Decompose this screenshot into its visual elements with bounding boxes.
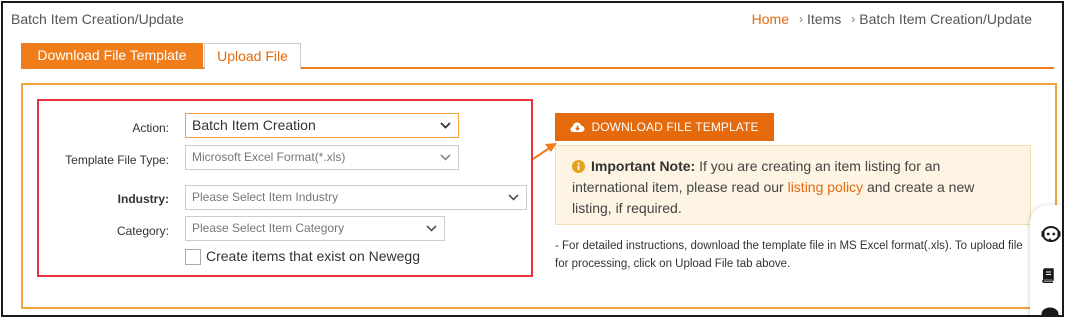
create-existing-items-checkbox[interactable] <box>185 249 201 265</box>
window-frame: Batch Item Creation/Update Home › Items … <box>1 1 1064 317</box>
page-title: Batch Item Creation/Update <box>11 11 184 27</box>
action-select[interactable]: Batch Item Creation <box>185 113 459 138</box>
industry-select-placeholder: Please Select Item Industry <box>192 190 339 204</box>
chevron-down-icon <box>422 225 440 232</box>
action-select-value: Batch Item Creation <box>192 117 316 133</box>
breadcrumb-current: Batch Item Creation/Update <box>859 11 1032 27</box>
breadcrumb-items[interactable]: Items <box>807 11 841 27</box>
tab-download-file-template[interactable]: Download File Template <box>21 43 203 69</box>
template-options-form: Action: Batch Item Creation Template Fil… <box>37 99 533 277</box>
chevron-right-icon: › <box>799 12 803 26</box>
breadcrumb-home-link[interactable]: Home <box>752 11 789 27</box>
chevron-down-icon <box>504 194 522 201</box>
download-button-label: DOWNLOAD FILE TEMPLATE <box>591 120 759 134</box>
category-label: Category: <box>116 224 169 238</box>
info-icon <box>572 160 585 173</box>
tab-upload-file[interactable]: Upload File <box>204 43 301 69</box>
instructions-text: - For detailed instructions, download th… <box>555 240 1023 270</box>
important-note-heading: Important Note: <box>591 158 696 174</box>
template-type-select[interactable]: Microsoft Excel Format(*.xls) <box>185 145 459 170</box>
chat-bubble-icon[interactable] <box>1041 307 1059 317</box>
book-icon[interactable] <box>1041 268 1055 283</box>
chevron-right-icon: › <box>851 12 856 26</box>
download-template-panel: Action: Batch Item Creation Template Fil… <box>21 83 1057 309</box>
category-select[interactable]: Please Select Item Category <box>185 216 445 241</box>
chat-bot-icon[interactable] <box>1041 225 1061 243</box>
important-note-box: Important Note: If you are creating an i… <box>555 145 1031 225</box>
listing-policy-link[interactable]: listing policy <box>788 179 863 195</box>
chevron-down-icon <box>436 122 454 129</box>
template-type-select-value: Microsoft Excel Format(*.xls) <box>192 150 346 164</box>
industry-label: Industry: <box>117 192 169 206</box>
industry-select[interactable]: Please Select Item Industry <box>185 185 527 210</box>
breadcrumb: Home › Items › Batch Item Creation/Updat… <box>752 11 1032 27</box>
cloud-download-icon <box>570 122 585 132</box>
side-tools-bar <box>1030 205 1062 317</box>
template-type-label: Template File Type: <box>65 153 169 167</box>
action-label: Action: <box>132 121 169 135</box>
chevron-down-icon <box>436 154 454 161</box>
tab-bar: Download File Template Upload File <box>21 43 1054 69</box>
download-file-template-button[interactable]: DOWNLOAD FILE TEMPLATE <box>555 113 774 141</box>
create-existing-items-label[interactable]: Create items that exist on Newegg <box>206 248 420 264</box>
category-select-placeholder: Please Select Item Category <box>192 221 345 235</box>
